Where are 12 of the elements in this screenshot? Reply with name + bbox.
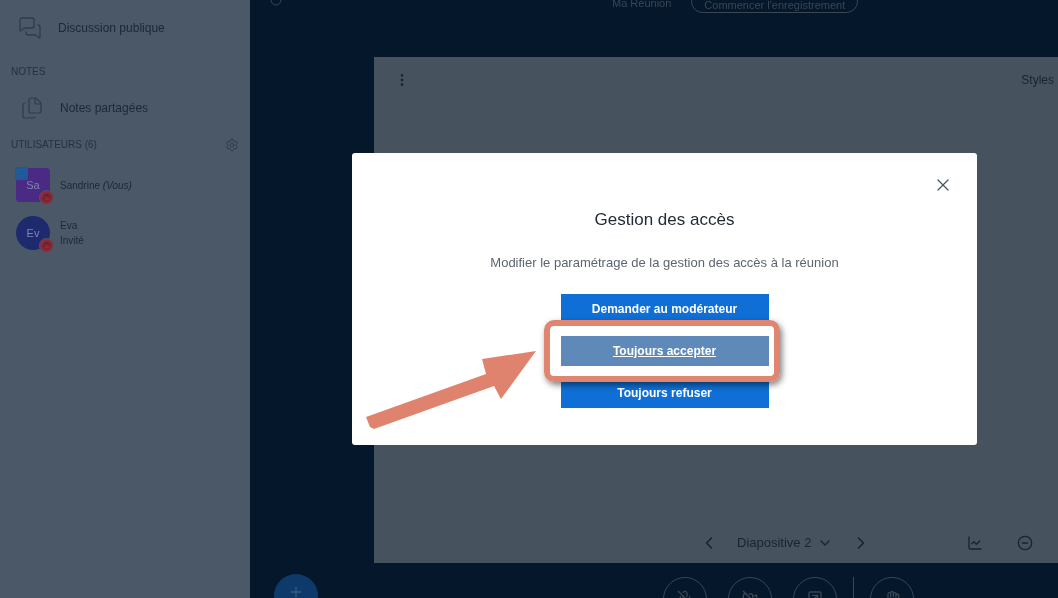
notes-icon [20,96,44,120]
option-button[interactable]: Toujours accepter [560,336,769,366]
hand-icon [39,190,54,205]
dialog-title: Gestion des accès [594,209,735,231]
chart-icon[interactable] [967,535,984,551]
user-avatar: Ev [16,216,50,250]
plus-icon [288,584,304,598]
zoom-out-icon[interactable] [1017,535,1034,551]
settings-icon[interactable] [225,137,239,152]
chat-icon [18,16,42,40]
dialog-description: Modifier le paramétrage de la gestion des accès à la réunion [490,253,839,272]
hand-icon [39,238,54,253]
